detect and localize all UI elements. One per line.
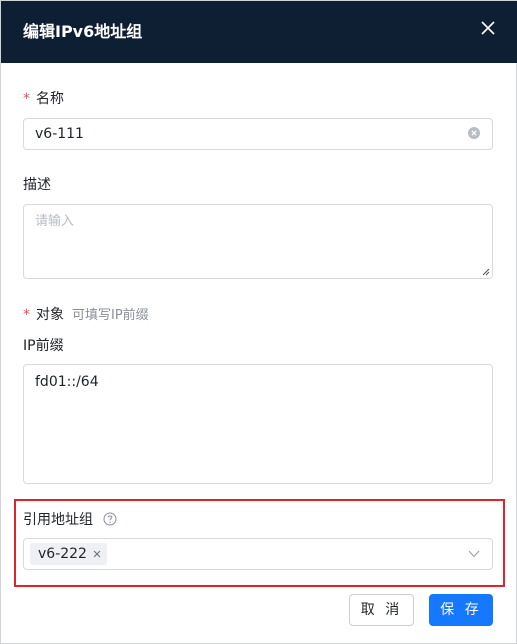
chevron-down-icon[interactable] xyxy=(468,550,480,558)
name-label-row: * 名称 xyxy=(23,89,64,109)
cancel-button[interactable]: 取 消 xyxy=(349,594,414,626)
edit-ipv6-group-dialog: 编辑IPv6地址组 * 名称 v6-111 描述 请输入 * 对象 可填写IP前缀 I… xyxy=(0,0,517,644)
name-input-value: v6-111 xyxy=(35,126,84,142)
clear-icon[interactable] xyxy=(468,127,480,139)
tag-close-icon[interactable] xyxy=(93,550,101,558)
ip-prefix-textarea[interactable]: fd01::/64 xyxy=(23,364,493,484)
close-icon[interactable] xyxy=(478,17,498,39)
description-textarea[interactable]: 请输入 xyxy=(23,204,493,279)
save-button[interactable]: 保 存 xyxy=(429,594,493,626)
dialog-header: 编辑IPv6地址组 xyxy=(1,1,517,63)
name-label: 名称 xyxy=(36,91,64,107)
ref-group-label-row: 引用地址组 xyxy=(23,510,117,530)
resize-handle-icon[interactable] xyxy=(482,268,490,276)
required-mark: * xyxy=(23,307,30,323)
description-placeholder: 请输入 xyxy=(35,214,75,229)
object-label-row: * 对象 可填写IP前缀 xyxy=(23,305,149,326)
dialog-title: 编辑IPv6地址组 xyxy=(23,22,143,41)
ref-group-label: 引用地址组 xyxy=(23,512,93,528)
description-label: 描述 xyxy=(23,177,51,193)
selected-tag: v6-222 xyxy=(30,543,107,565)
object-hint: 可填写IP前缀 xyxy=(72,308,149,323)
ip-prefix-value: fd01::/64 xyxy=(35,374,99,390)
name-input[interactable]: v6-111 xyxy=(23,118,493,150)
help-icon[interactable] xyxy=(103,512,117,526)
required-mark: * xyxy=(23,91,30,107)
object-label: 对象 xyxy=(36,307,64,323)
ip-prefix-label: IP前缀 xyxy=(23,338,64,354)
ref-group-select[interactable]: v6-222 xyxy=(23,538,493,570)
tag-label: v6-222 xyxy=(38,546,87,562)
